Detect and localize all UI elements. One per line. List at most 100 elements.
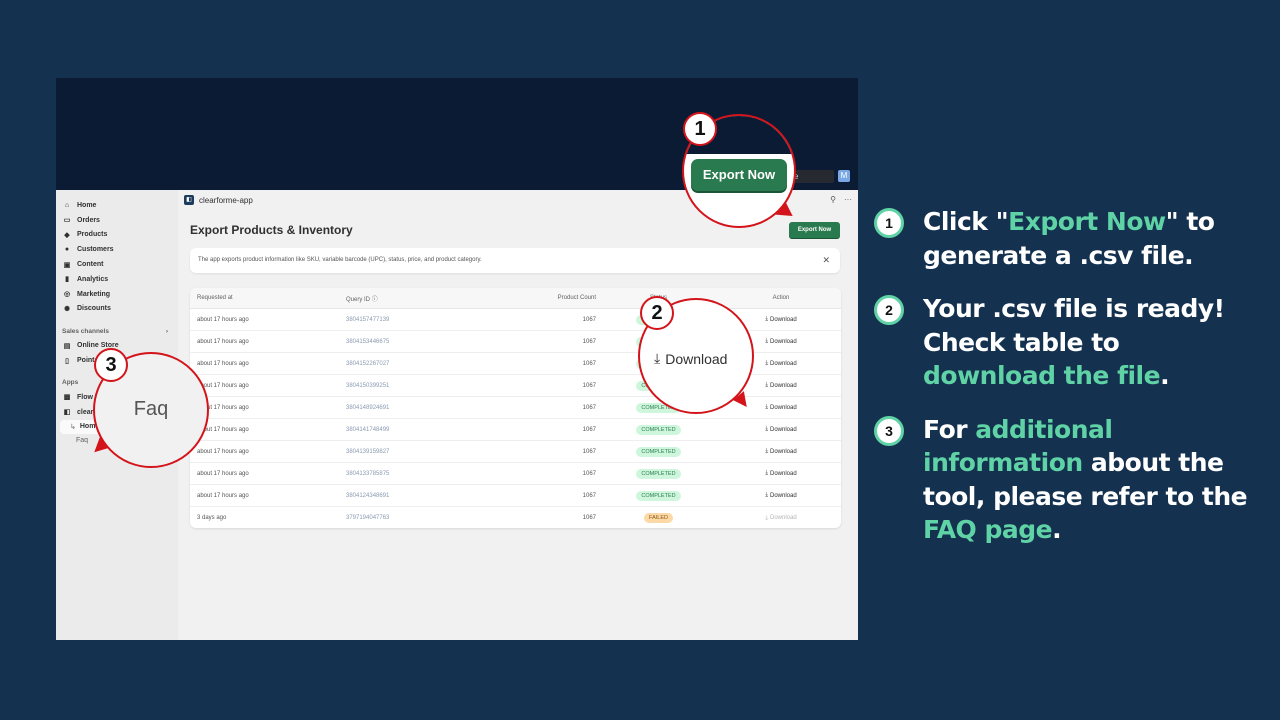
step-number-badge: 1 [874, 208, 904, 238]
callout-1-number: 1 [683, 112, 717, 146]
callout-2-number: 2 [640, 296, 674, 330]
requested-at: about 17 hours ago [197, 404, 249, 411]
more-icon[interactable]: ··· [844, 195, 852, 204]
close-icon[interactable]: ✕ [822, 248, 830, 273]
highlighted-text: Export Now [1008, 207, 1166, 236]
subitem-connector-icon: ↳ [70, 423, 76, 431]
status-badge: FAILED [644, 513, 673, 523]
pos-icon: ▯ [65, 357, 69, 365]
query-id-link[interactable]: 3804148924691 [346, 405, 496, 411]
export-now-button[interactable]: Export Now [789, 222, 840, 238]
app-header: ◧ clearforme-app [184, 195, 253, 205]
text-segment: . [1160, 361, 1170, 390]
header-query-id: Query ID ⓘ [346, 296, 378, 303]
download-button[interactable]: ⤓ Download [765, 492, 796, 499]
table-row: 3 days ago 3797194047763 1067 FAILED ⤓ Downlo… [190, 507, 841, 528]
pin-icon[interactable]: ⚲ [830, 195, 836, 204]
sidebar-item-label: Analytics [77, 275, 109, 283]
sidebar-item-analytics[interactable]: ▮ Analytics [56, 272, 178, 287]
download-button[interactable]: ⤓ Download [765, 448, 796, 455]
sidebar-item-label: Discounts [77, 305, 111, 313]
download-icon: ⤓ [765, 382, 768, 388]
status-badge: COMPLETED [636, 468, 681, 479]
step-1: 1 Click "Export Now" to generate a .csv f… [874, 205, 1254, 272]
product-count: 1067 [582, 338, 596, 345]
query-id-link[interactable]: 3804124348691 [346, 493, 496, 499]
product-count: 1067 [582, 360, 596, 367]
sidebar-item-label: Flow [77, 393, 93, 401]
table-row: about 17 hours ago 3804139159827 1067 COMPL… [190, 441, 841, 463]
target-icon: ◎ [63, 291, 71, 299]
step-text: For additional information about the too… [923, 413, 1254, 547]
avatar[interactable]: M [838, 170, 850, 182]
download-button[interactable]: ⤓ Download [765, 382, 796, 389]
sidebar-item-marketing[interactable]: ◎ Marketing [56, 287, 178, 302]
main-content: ◧ clearforme-app ⚲ ··· Export Products &… [178, 190, 858, 640]
image-icon: ▣ [63, 261, 71, 269]
subitem-label: Faq [76, 437, 89, 445]
sidebar-item-home[interactable]: ⌂ Home [56, 198, 178, 213]
table-header: Requested at Query ID ⓘ Product Count St… [190, 288, 841, 309]
product-count: 1067 [582, 515, 596, 521]
app-logo-icon: ◧ [184, 195, 194, 205]
callout-download-link[interactable]: ⤓ Download [654, 350, 727, 367]
step-number-badge: 2 [874, 295, 904, 325]
download-button[interactable]: ⤓ Download [765, 470, 796, 477]
query-id-link[interactable]: 3804133785875 [346, 471, 496, 477]
callout-faq-link[interactable]: Faq [95, 398, 207, 421]
download-button[interactable]: ⤓ Download [765, 426, 796, 433]
highlighted-text: download the file [923, 361, 1161, 390]
app-screenshot: e M ⌂ Home ▭ Orders ◆ Products ● Customers ▣ Cont… [56, 78, 858, 640]
sidebar-item-orders[interactable]: ▭ Orders [56, 213, 178, 228]
status-badge: COMPLETED [636, 446, 681, 457]
sidebar-item-label: Customers [77, 246, 114, 254]
info-icon[interactable]: ⓘ [372, 297, 378, 303]
query-id-link[interactable]: 3797194047763 [346, 515, 496, 521]
query-id-link[interactable]: 3804157477139 [346, 317, 496, 323]
callout-export-now-button[interactable]: Export Now [691, 159, 787, 191]
step-3: 3 For additional information about the to… [874, 413, 1254, 547]
query-id-link[interactable]: 3804141748499 [346, 427, 496, 433]
query-id-link[interactable]: 3804150399251 [346, 383, 496, 389]
download-icon: ⤓ [765, 470, 768, 476]
sidebar-item-discounts[interactable]: ✺ Discounts [56, 302, 178, 317]
requested-at: about 17 hours ago [197, 338, 249, 345]
query-id-link[interactable]: 3804152267027 [346, 361, 496, 367]
step-text: Click "Export Now" to generate a .csv fi… [923, 205, 1254, 272]
text-segment: For [923, 414, 976, 444]
highlighted-text: FAQ page [923, 515, 1053, 544]
sidebar-item-label: Home [77, 201, 97, 209]
sidebar-item-products[interactable]: ◆ Products [56, 228, 178, 243]
query-id-link[interactable]: 3804139159827 [346, 449, 496, 455]
download-button[interactable]: ⤓ Download [765, 360, 796, 367]
sales-channels-heading[interactable]: Sales channels › [56, 324, 178, 338]
download-button[interactable]: ⤓ Download [765, 515, 796, 522]
step-text: Your .csv file is ready! Check table to … [923, 292, 1254, 393]
download-button[interactable]: ⤓ Download [765, 338, 796, 345]
home-icon: ⌂ [64, 201, 70, 209]
sidebar-item-label: Orders [77, 216, 100, 224]
sidebar-item-content[interactable]: ▣ Content [56, 257, 178, 272]
person-icon: ● [64, 246, 70, 254]
search-input[interactable]: e [790, 170, 834, 183]
sales-channels-label: Sales channels [62, 327, 109, 335]
banner-text: The app exports product information like… [198, 257, 482, 263]
product-count: 1067 [582, 492, 596, 499]
tag-icon: ◆ [64, 231, 70, 239]
sidebar-item-customers[interactable]: ● Customers [56, 242, 178, 257]
product-count: 1067 [582, 404, 596, 411]
header-action: Action [772, 295, 790, 301]
download-button[interactable]: ⤓ Download [765, 404, 796, 411]
requested-at: 3 days ago [197, 515, 227, 521]
query-id-link[interactable]: 3804153446675 [346, 339, 496, 345]
download-icon: ⤓ [765, 338, 768, 344]
table-row: about 17 hours ago 3804124348691 1067 COMPL… [190, 485, 841, 507]
product-count: 1067 [582, 316, 596, 323]
requested-at: about 17 hours ago [197, 492, 249, 499]
download-button[interactable]: ⤓ Download [765, 316, 796, 323]
requested-at: about 17 hours ago [197, 448, 249, 455]
requested-at: about 17 hours ago [197, 360, 249, 367]
text-segment: Your .csv file is ready! Check table to [923, 294, 1225, 357]
download-icon: ⤓ [765, 404, 768, 410]
download-icon: ⤓ [765, 492, 768, 498]
